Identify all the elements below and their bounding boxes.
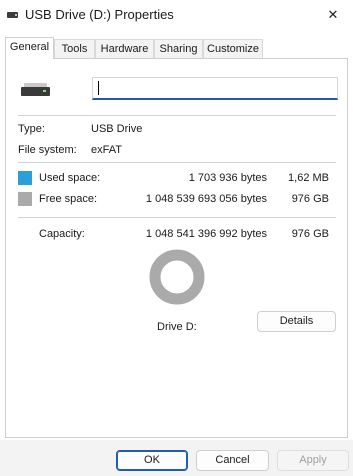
file-system-value: exFAT xyxy=(91,144,122,156)
close-button[interactable]: ✕ xyxy=(313,0,353,31)
capacity-size: 976 GB xyxy=(291,228,329,240)
dialog-footer: OK Cancel Apply xyxy=(0,440,353,476)
free-space-bytes: 1 048 539 693 056 bytes xyxy=(145,193,267,205)
divider xyxy=(18,115,336,116)
title-bar: USB Drive (D:) Properties ✕ xyxy=(0,0,353,31)
free-space-label: Free space: xyxy=(39,193,98,205)
type-value: USB Drive xyxy=(91,123,143,135)
capacity-bytes: 1 048 541 396 992 bytes xyxy=(145,228,267,240)
usb-drive-icon xyxy=(7,12,18,18)
cancel-button[interactable]: Cancel xyxy=(196,450,269,471)
general-panel: Type: USB Drive File system: exFAT Used … xyxy=(5,58,348,438)
used-space-bytes: 1 703 936 bytes xyxy=(188,172,267,184)
disk-usage-donut xyxy=(148,248,206,306)
tab-general[interactable]: General xyxy=(5,37,54,59)
free-space-size: 976 GB xyxy=(291,193,329,205)
usb-drive-icon xyxy=(21,83,50,97)
tab-sharing[interactable]: Sharing xyxy=(154,39,203,58)
drive-letter-label: Drive D: xyxy=(157,321,197,333)
used-space-swatch xyxy=(18,171,32,185)
type-label: Type: xyxy=(18,123,45,135)
volume-label-input[interactable] xyxy=(92,77,338,100)
text-caret xyxy=(98,81,99,95)
divider xyxy=(18,217,336,218)
tab-strip: General Tools Hardware Sharing Customize xyxy=(5,37,348,59)
ok-button[interactable]: OK xyxy=(116,450,188,471)
tab-customize[interactable]: Customize xyxy=(203,39,263,58)
window-title: USB Drive (D:) Properties xyxy=(25,7,174,22)
tab-hardware[interactable]: Hardware xyxy=(95,39,154,58)
used-space-size: 1,62 MB xyxy=(288,172,329,184)
free-space-swatch xyxy=(18,192,32,206)
divider xyxy=(18,162,336,163)
details-button[interactable]: Details xyxy=(257,311,336,332)
apply-button[interactable]: Apply xyxy=(277,450,349,471)
tab-tools[interactable]: Tools xyxy=(54,39,95,58)
free-space-ring xyxy=(149,249,205,305)
file-system-label: File system: xyxy=(18,144,77,156)
used-space-label: Used space: xyxy=(39,172,101,184)
capacity-label: Capacity: xyxy=(39,228,85,240)
